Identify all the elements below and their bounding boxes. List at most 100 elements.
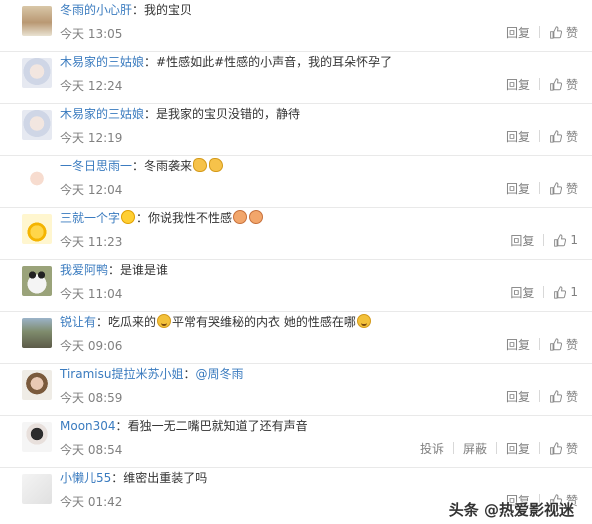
avatar[interactable] (22, 422, 52, 452)
reply-button[interactable]: 回复 (510, 284, 534, 301)
like-button[interactable]: 1 (553, 233, 578, 247)
divider (538, 390, 540, 402)
hug-emoji-icon (233, 210, 248, 224)
like-button[interactable]: 赞 (549, 440, 578, 457)
avatar[interactable] (22, 318, 52, 348)
like-button[interactable]: 赞 (549, 180, 578, 197)
like-label: 赞 (565, 129, 578, 144)
reply-button[interactable]: 回复 (510, 232, 534, 249)
username-link[interactable]: Moon304 (60, 419, 116, 433)
block-button[interactable]: 屏蔽 (463, 440, 487, 457)
comment-time: 今天 09:06 (60, 339, 123, 353)
comment-text-2: 平常有哭维秘的内衣 她的性感在哪 (172, 315, 356, 329)
avatar[interactable] (22, 370, 52, 400)
comment-line: 锐让有：吃瓜来的 平常有哭维秘的内衣 她的性感在哪 (60, 314, 372, 330)
username-link[interactable]: Tiramisu提拉米苏小姐 (60, 367, 183, 381)
comment-text: 是我家的宝贝没错的，静待 (156, 107, 301, 121)
comment-time: 今天 12:04 (60, 183, 123, 197)
comment-time: 今天 12:24 (60, 79, 123, 93)
comment-line: 冬雨的小心肝：我的宝贝 (60, 2, 192, 18)
comment-text: 吃瓜来的 (108, 315, 157, 329)
emoji-icon (121, 210, 136, 224)
comment-actions: 回复 赞 (506, 180, 578, 196)
thumbs-up-icon (550, 389, 562, 403)
username-link[interactable]: 一冬日思雨一 (60, 159, 132, 173)
comment-line: Tiramisu提拉米苏小姐：@周冬雨 (60, 366, 244, 382)
comment-line: 木易家的三姑娘：#性感如此#性感的小声音，我的耳朵怀孕了 (60, 54, 392, 70)
avatar[interactable] (22, 162, 52, 192)
avatar[interactable] (22, 214, 52, 244)
like-label: 赞 (565, 25, 578, 40)
divider (538, 338, 540, 350)
comment-time: 今天 08:54 (60, 443, 123, 457)
comment-text: #性感如此#性感的小声音，我的耳朵怀孕了 (156, 55, 393, 69)
comment-actions: 回复 赞 (506, 128, 578, 144)
avatar[interactable] (22, 6, 52, 36)
like-button[interactable]: 赞 (549, 336, 578, 353)
avatar[interactable] (22, 110, 52, 140)
comment-item: Tiramisu提拉米苏小姐：@周冬雨 今天 08:59 回复 赞 (0, 364, 592, 416)
comment-item: 我爱阿鸭：是谁是谁 今天 11:04 回复 1 (0, 260, 592, 312)
comment-line: Moon304：看独一无二嘴巴就知道了还有声音 (60, 418, 308, 434)
separator: ： (96, 315, 109, 329)
like-label: 赞 (565, 77, 578, 92)
thumbs-up-icon (550, 441, 562, 455)
separator: ： (111, 471, 124, 485)
separator: ： (115, 419, 128, 433)
like-button[interactable]: 赞 (549, 76, 578, 93)
comment-text: 维密出重装了吗 (123, 471, 208, 485)
avatar[interactable] (22, 266, 52, 296)
report-button[interactable]: 投诉 (420, 440, 444, 457)
separator: ： (132, 159, 145, 173)
thumbs-up-icon (550, 337, 562, 351)
comment-item: 一冬日思雨一：冬雨袭来 今天 12:04 回复 赞 (0, 156, 592, 208)
like-button[interactable]: 赞 (549, 388, 578, 405)
username-link[interactable]: 木易家的三姑娘 (60, 55, 144, 69)
separator: ： (108, 263, 121, 277)
divider (452, 442, 454, 454)
username-link[interactable]: 冬雨的小心肝 (60, 3, 132, 17)
comment-line: 木易家的三姑娘：是我家的宝贝没错的，静待 (60, 106, 300, 122)
username-link[interactable]: 三就一个字 (60, 211, 120, 225)
clap-emoji-icon (193, 158, 208, 172)
divider (538, 442, 540, 454)
like-label: 赞 (565, 181, 578, 196)
mention-link[interactable]: @周冬雨 (195, 367, 243, 381)
separator: ： (136, 211, 149, 225)
like-count: 1 (570, 233, 578, 247)
laugh-emoji-icon (356, 314, 371, 328)
comment-time: 今天 01:42 (60, 495, 123, 509)
laugh-emoji-icon (157, 314, 172, 328)
reply-button[interactable]: 回复 (506, 180, 530, 197)
reply-button[interactable]: 回复 (506, 440, 530, 457)
reply-button[interactable]: 回复 (506, 336, 530, 353)
like-button[interactable]: 1 (553, 285, 578, 299)
comment-time: 今天 11:23 (60, 235, 123, 249)
username-link[interactable]: 我爱阿鸭 (60, 263, 108, 277)
reply-button[interactable]: 回复 (506, 24, 530, 41)
watermark: 头条 @热爱影视迷 (448, 501, 574, 519)
comment-item: 木易家的三姑娘：是我家的宝贝没错的，静待 今天 12:19 回复 赞 (0, 104, 592, 156)
like-button[interactable]: 赞 (549, 24, 578, 41)
avatar[interactable] (22, 58, 52, 88)
divider (495, 442, 497, 454)
thumbs-up-icon (550, 25, 562, 39)
reply-button[interactable]: 回复 (506, 388, 530, 405)
like-button[interactable]: 赞 (549, 128, 578, 145)
username-link[interactable]: 木易家的三姑娘 (60, 107, 144, 121)
comment-item: 木易家的三姑娘：#性感如此#性感的小声音，我的耳朵怀孕了 今天 12:24 回复… (0, 52, 592, 104)
thumbs-up-icon (550, 181, 562, 195)
divider (538, 78, 540, 90)
username-link[interactable]: 小懒儿55 (60, 471, 111, 485)
separator: ： (144, 55, 157, 69)
comment-item: 冬雨的小心肝：我的宝贝 今天 13:05 回复 赞 (0, 0, 592, 52)
username-link[interactable]: 锐让有 (60, 315, 96, 329)
divider (538, 26, 540, 38)
reply-button[interactable]: 回复 (506, 128, 530, 145)
reply-button[interactable]: 回复 (506, 76, 530, 93)
divider (538, 130, 540, 142)
avatar[interactable] (22, 474, 52, 504)
comment-item: 锐让有：吃瓜来的 平常有哭维秘的内衣 她的性感在哪 今天 09:06 回复 赞 (0, 312, 592, 364)
divider (543, 286, 545, 298)
comment-time: 今天 11:04 (60, 287, 123, 301)
